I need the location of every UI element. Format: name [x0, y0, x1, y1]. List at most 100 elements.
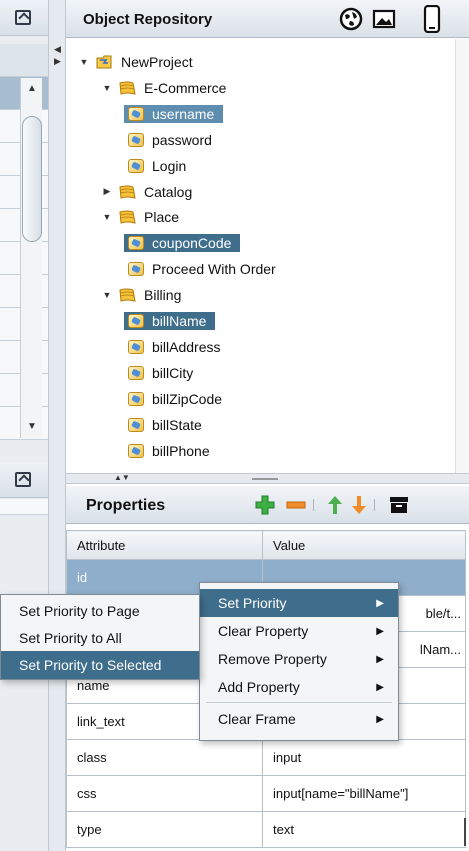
move-up-button[interactable]	[324, 494, 346, 516]
tree-node-content[interactable]: Login	[124, 157, 195, 175]
globe-icon	[339, 7, 363, 31]
toolbar-separator	[313, 499, 314, 511]
splitter-arrows-icon[interactable]: ▲▼	[114, 473, 130, 482]
splitter-grip-icon	[252, 478, 278, 480]
property-value-cell[interactable]: input	[262, 739, 466, 776]
tree-node-page[interactable]: ▼ Place	[101, 206, 188, 228]
tree-node-content[interactable]: username	[124, 104, 224, 123]
archive-button[interactable]	[388, 494, 410, 516]
move-down-button[interactable]	[348, 494, 370, 516]
left-panel-scrollbar[interactable]: ▲ ▼	[20, 78, 42, 438]
restore-panel-icon[interactable]	[15, 10, 31, 25]
submenu-item-label: Set Priority to Page	[19, 603, 140, 619]
tree-node-content[interactable]: E-Commerce	[116, 79, 235, 97]
context-menu-item-label: Add Property	[218, 679, 300, 695]
tree-node-content[interactable]: couponCode	[124, 234, 241, 253]
tree-node-label: billCity	[152, 364, 194, 381]
expanded-arrow-icon[interactable]: ▼	[78, 57, 90, 67]
context-menu-item[interactable]: Add Property ▶	[200, 673, 398, 701]
property-attribute-cell[interactable]: css	[66, 775, 263, 812]
web-object-icon	[126, 105, 146, 123]
context-menu-item[interactable]: Clear Frame ▶	[200, 705, 398, 733]
remove-property-button[interactable]	[285, 494, 307, 516]
context-menu-item[interactable]: Set Priority ▶	[200, 589, 398, 617]
tree-node-content[interactable]: password	[124, 131, 221, 149]
property-attribute-cell[interactable]: class	[66, 739, 263, 776]
submenu-item-label: Set Priority to All	[19, 630, 122, 646]
scroll-down-icon[interactable]: ▼	[23, 418, 41, 436]
tree-node-object[interactable]: username	[124, 103, 224, 125]
column-header-value[interactable]: Value	[262, 530, 466, 560]
expanded-arrow-icon[interactable]: ▼	[101, 83, 113, 93]
tree-node-content[interactable]: billPhone	[124, 442, 219, 460]
tree-node-content[interactable]: billAddress	[124, 338, 229, 356]
tree-node-object[interactable]: billCity	[124, 362, 202, 384]
mobile-mode-button[interactable]	[418, 5, 446, 33]
property-row[interactable]: css input[name="billName"]	[66, 775, 466, 812]
property-value-cell[interactable]: text	[262, 811, 466, 848]
tree-node-content[interactable]: billName	[124, 312, 216, 330]
page-folder-icon	[118, 208, 138, 226]
collapsed-arrow-icon[interactable]: ▶	[101, 186, 113, 197]
web-object-icon	[126, 390, 146, 408]
submenu-arrow-icon: ▶	[376, 597, 384, 609]
submenu-arrow-icon: ▶	[376, 625, 384, 637]
web-object-icon	[126, 157, 146, 175]
tree-node-content[interactable]: Proceed With Order	[124, 260, 285, 278]
collapse-left-icon[interactable]: ◀	[54, 44, 61, 55]
image-mode-button[interactable]	[370, 5, 398, 33]
tree-node-page[interactable]: ▶ Catalog	[101, 181, 201, 203]
tree-node-object[interactable]: billPhone	[124, 440, 219, 462]
page-folder-icon	[118, 286, 138, 304]
tree-node-object[interactable]: billName	[124, 310, 216, 332]
tree-node-object[interactable]: billState	[124, 414, 211, 436]
restore-panel-icon[interactable]	[15, 472, 31, 487]
left-side-panel: ▲ ▼	[0, 0, 48, 851]
tree-node-project[interactable]: ▼ NewProject	[78, 51, 202, 73]
tree-node-object[interactable]: Login	[124, 155, 195, 177]
tree-node-label: billName	[152, 313, 207, 329]
property-attribute-cell[interactable]: type	[66, 811, 263, 848]
tree-node-object[interactable]: password	[124, 129, 221, 151]
tree-node-object[interactable]: billZipCode	[124, 388, 231, 410]
submenu-arrow-icon: ▶	[376, 653, 384, 665]
scroll-up-icon[interactable]: ▲	[23, 80, 41, 98]
submenu-item[interactable]: Set Priority to Page	[1, 597, 199, 625]
submenu-item[interactable]: Set Priority to All	[1, 624, 199, 652]
tree-node-content[interactable]: Catalog	[116, 183, 201, 201]
expand-right-icon[interactable]: ▶	[54, 56, 61, 67]
web-object-icon	[126, 131, 146, 149]
tree-node-page[interactable]: ▼ E-Commerce	[101, 77, 235, 99]
toolbar-separator	[374, 499, 375, 511]
panel-divider[interactable]: ◀ ▶	[48, 0, 66, 851]
submenu-arrow-icon: ▶	[376, 681, 384, 693]
tree-node-content[interactable]: billState	[124, 416, 211, 434]
tree-node-object[interactable]: couponCode	[124, 232, 241, 254]
tree-node-label: Catalog	[144, 183, 193, 200]
expanded-arrow-icon[interactable]: ▼	[101, 290, 113, 300]
web-mode-button[interactable]	[337, 5, 365, 33]
property-row[interactable]: type text	[66, 811, 466, 848]
expanded-arrow-icon[interactable]: ▼	[101, 212, 113, 222]
context-menu-item[interactable]: Clear Property ▶	[200, 617, 398, 645]
property-value-cell[interactable]: input[name="billName"]	[262, 775, 466, 812]
tree-node-object[interactable]: billAddress	[124, 336, 229, 358]
submenu-item[interactable]: Set Priority to Selected	[1, 651, 199, 679]
submenu-item-label: Set Priority to Selected	[19, 657, 162, 673]
context-menu-item[interactable]: Remove Property ▶	[200, 645, 398, 673]
tree-node-content[interactable]: NewProject	[93, 53, 202, 71]
tree-node-object[interactable]: Proceed With Order	[124, 258, 285, 280]
property-row[interactable]: class input	[66, 739, 466, 776]
scroll-thumb[interactable]	[22, 116, 42, 242]
tree-node-content[interactable]: Billing	[116, 286, 190, 304]
tree-node-content[interactable]: billZipCode	[124, 390, 231, 408]
horizontal-splitter[interactable]: ▲▼	[66, 473, 469, 484]
tree-node-content[interactable]: Place	[116, 208, 188, 226]
tree-node-label: billState	[152, 416, 202, 433]
tree-node-content[interactable]: billCity	[124, 364, 202, 382]
column-header-attribute[interactable]: Attribute	[66, 530, 263, 560]
properties-header-row: Attribute Value	[66, 530, 466, 560]
tree-scrollbar[interactable]	[455, 39, 469, 473]
tree-node-page[interactable]: ▼ Billing	[101, 284, 190, 306]
add-property-button[interactable]	[254, 494, 276, 516]
